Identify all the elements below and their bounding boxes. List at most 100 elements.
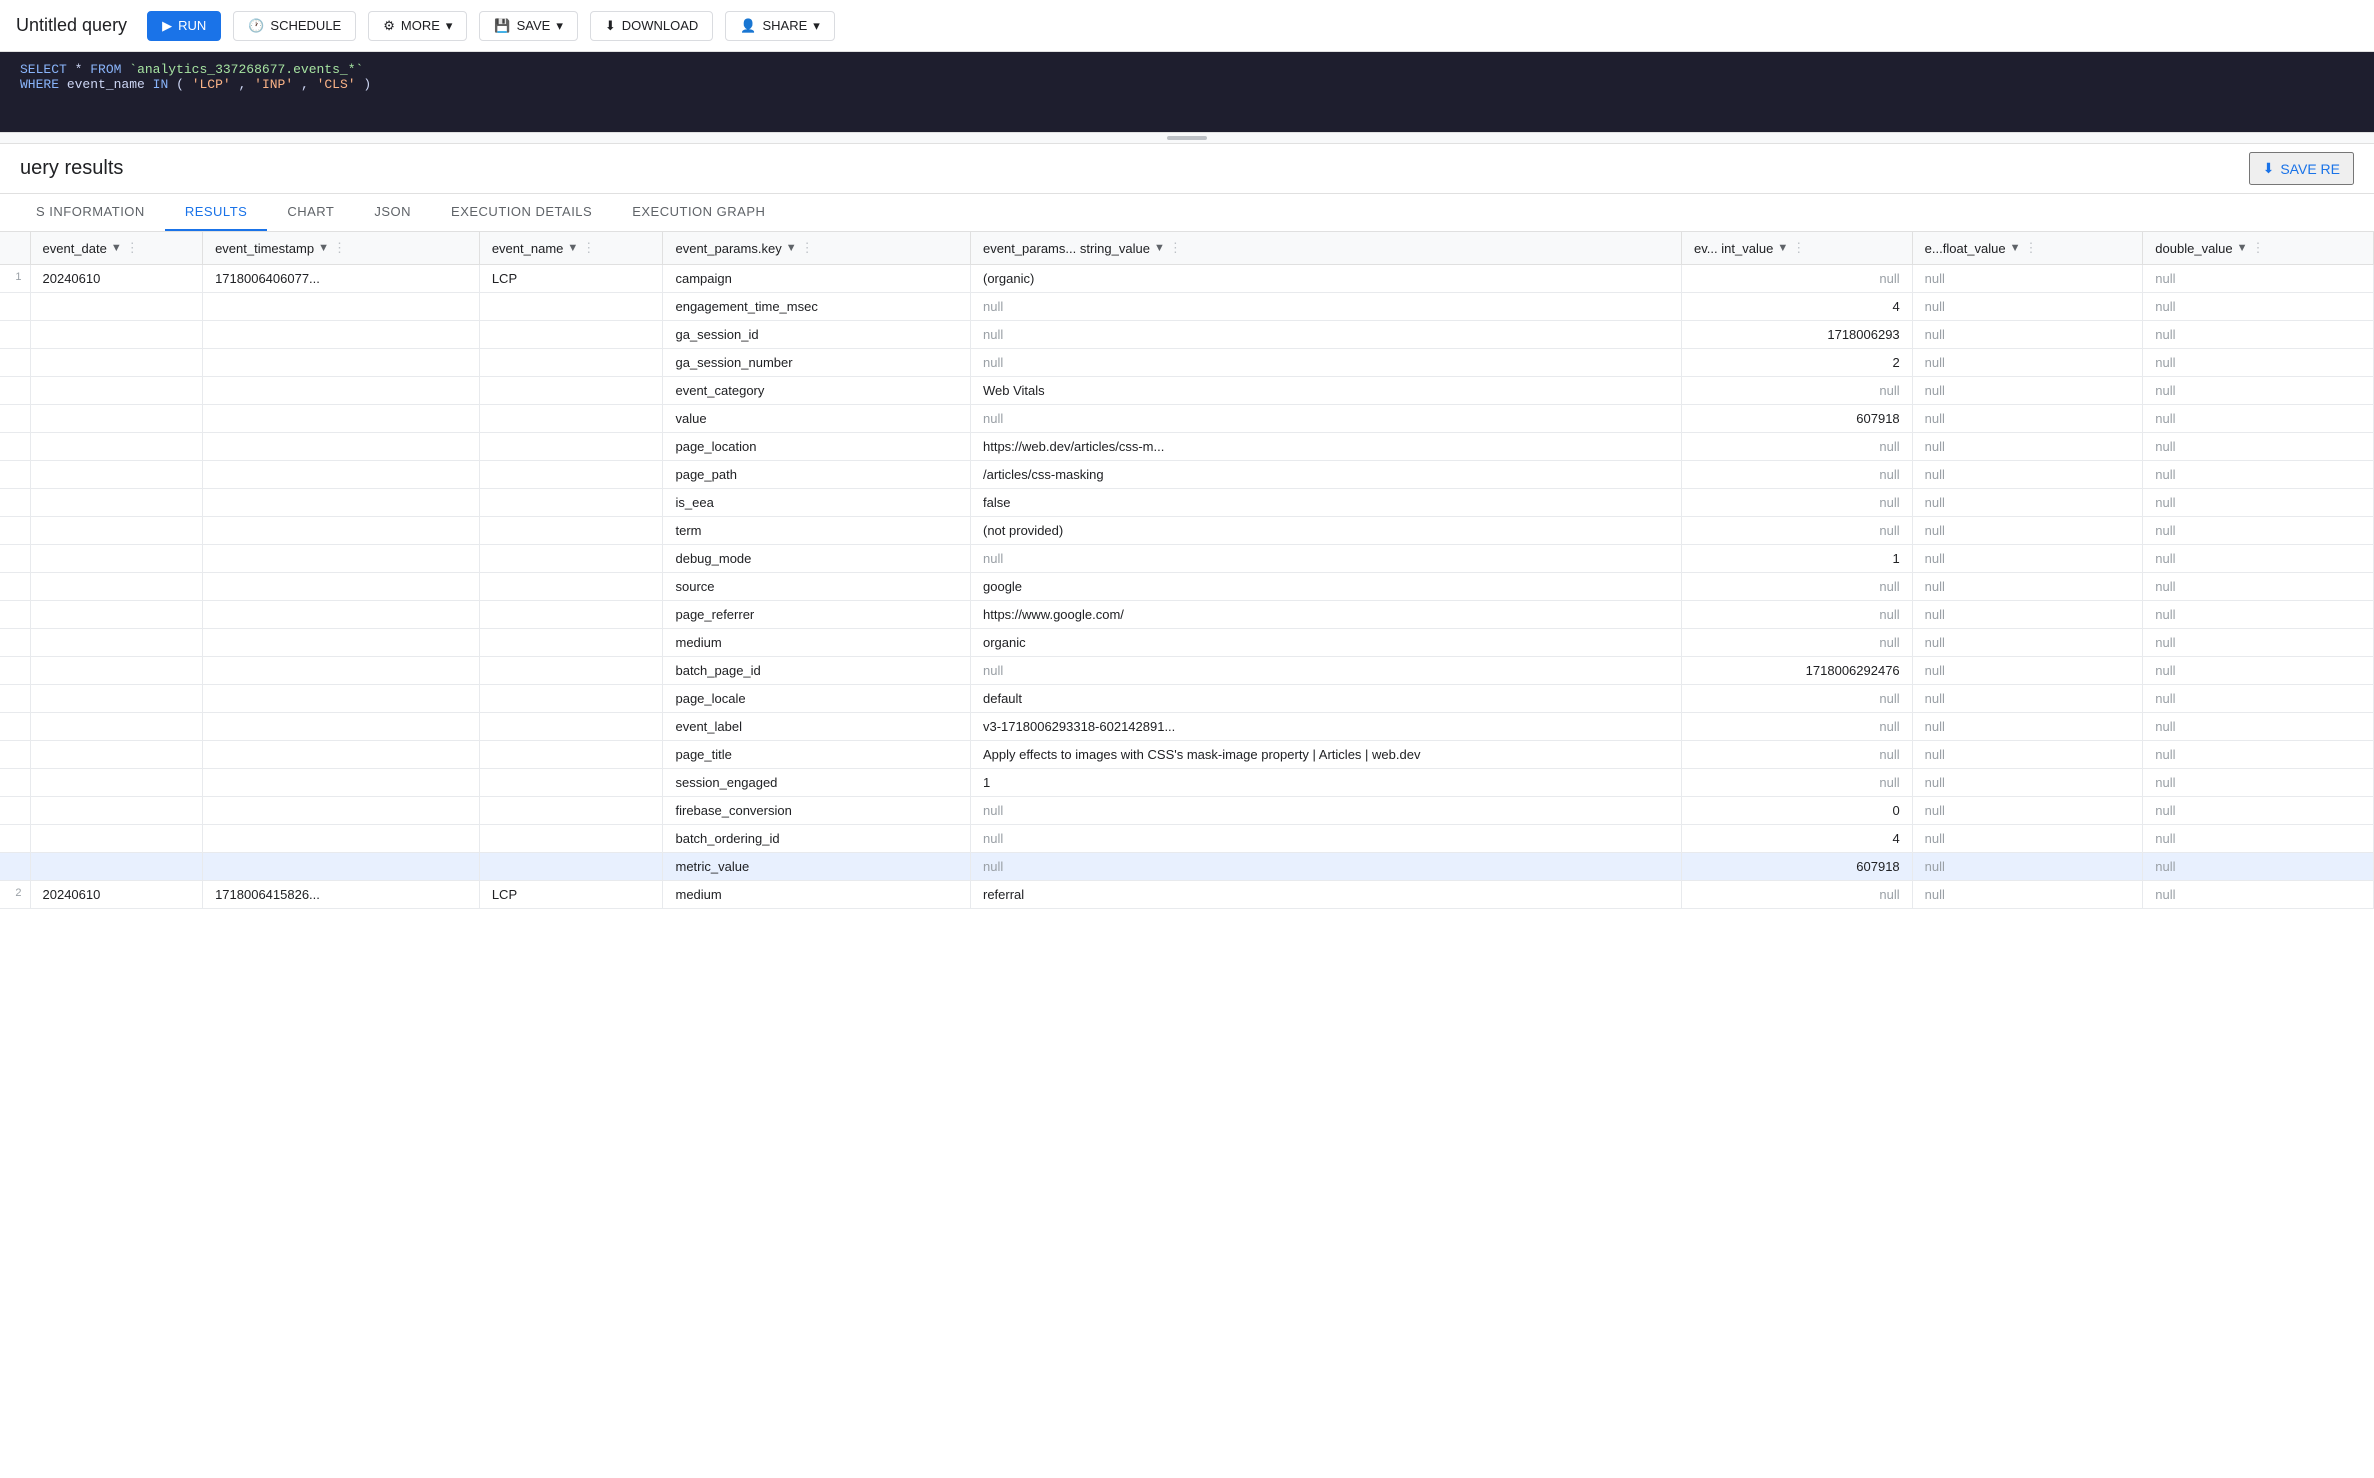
- string-value-cell: null: [971, 797, 1682, 825]
- double-value-cell: null: [2143, 601, 2374, 629]
- table-row: ga_session_idnull1718006293nullnull: [0, 321, 2374, 349]
- float-value-cell: null: [1912, 517, 2143, 545]
- float-value-cell: null: [1912, 265, 2143, 293]
- event-timestamp-cell: [203, 517, 480, 545]
- row-number: [0, 601, 30, 629]
- float-value-cell: null: [1912, 433, 2143, 461]
- event-timestamp-cell: [203, 657, 480, 685]
- event-timestamp-cell: [203, 629, 480, 657]
- save-results-button[interactable]: ⬇ SAVE RE: [2249, 152, 2354, 185]
- event-date-cell: [30, 573, 203, 601]
- event-name-cell: [479, 517, 663, 545]
- table-row: page_locationhttps://web.dev/articles/cs…: [0, 433, 2374, 461]
- col-header-event-date[interactable]: event_date ▼ ⋮: [30, 232, 203, 265]
- event-name-cell: [479, 657, 663, 685]
- event-date-cell: [30, 489, 203, 517]
- row-number: [0, 461, 30, 489]
- run-icon: ▶: [162, 18, 172, 34]
- int-value-cell: 607918: [1682, 853, 1913, 881]
- table-row: debug_modenull1nullnull: [0, 545, 2374, 573]
- int-value-cell: null: [1682, 685, 1913, 713]
- resize-event-params-key[interactable]: ⋮: [801, 240, 805, 256]
- tab-chart[interactable]: CHART: [267, 194, 354, 231]
- event-name-cell: [479, 769, 663, 797]
- event-name-cell: [479, 433, 663, 461]
- row-number: [0, 797, 30, 825]
- download-button[interactable]: ⬇ DOWNLOAD: [590, 11, 713, 41]
- event-date-cell: [30, 629, 203, 657]
- top-bar: Untitled query ▶ RUN 🕐 SCHEDULE ⚙ MORE ▾…: [0, 0, 2374, 52]
- resize-handle[interactable]: [0, 132, 2374, 144]
- col-header-float-value[interactable]: e...float_value ▼ ⋮: [1912, 232, 2143, 265]
- tab-execution-details[interactable]: EXECUTION DETAILS: [431, 194, 612, 231]
- param-key-cell: medium: [663, 629, 971, 657]
- schedule-button[interactable]: 🕐 SCHEDULE: [233, 11, 356, 41]
- resize-event-timestamp[interactable]: ⋮: [333, 240, 337, 256]
- col-header-event-timestamp[interactable]: event_timestamp ▼ ⋮: [203, 232, 480, 265]
- row-number: [0, 321, 30, 349]
- resize-int-value[interactable]: ⋮: [1792, 240, 1796, 256]
- float-value-cell: null: [1912, 601, 2143, 629]
- run-button[interactable]: ▶ RUN: [147, 11, 221, 41]
- event-timestamp-cell: [203, 545, 480, 573]
- tab-results[interactable]: RESULTS: [165, 194, 268, 231]
- int-value-cell: null: [1682, 769, 1913, 797]
- sort-icon-event-date: ▼: [111, 242, 122, 254]
- download-icon: ⬇: [605, 18, 616, 34]
- row-number: [0, 573, 30, 601]
- col-header-int-value[interactable]: ev... int_value ▼ ⋮: [1682, 232, 1913, 265]
- double-value-cell: null: [2143, 433, 2374, 461]
- col-header-event-name[interactable]: event_name ▼ ⋮: [479, 232, 663, 265]
- share-button[interactable]: 👤 SHARE ▾: [725, 11, 835, 41]
- sql-editor[interactable]: SELECT * FROM `analytics_337268677.event…: [0, 52, 2374, 132]
- row-number: [0, 489, 30, 517]
- event-timestamp-cell: [203, 461, 480, 489]
- int-value-cell: null: [1682, 489, 1913, 517]
- col-header-event-params-key[interactable]: event_params.key ▼ ⋮: [663, 232, 971, 265]
- sort-icon-int-value: ▼: [1777, 242, 1788, 254]
- more-button[interactable]: ⚙ MORE ▾: [368, 11, 467, 41]
- row-number: [0, 377, 30, 405]
- int-value-cell: 4: [1682, 825, 1913, 853]
- float-value-cell: null: [1912, 657, 2143, 685]
- double-value-cell: null: [2143, 321, 2374, 349]
- table-row: sourcegooglenullnullnull: [0, 573, 2374, 601]
- tab-json[interactable]: JSON: [354, 194, 431, 231]
- double-value-cell: null: [2143, 265, 2374, 293]
- float-value-cell: null: [1912, 685, 2143, 713]
- param-key-cell: event_category: [663, 377, 971, 405]
- double-value-cell: null: [2143, 349, 2374, 377]
- col-header-string-value[interactable]: event_params... string_value ▼ ⋮: [971, 232, 1682, 265]
- event-date-cell: [30, 853, 203, 881]
- resize-event-date[interactable]: ⋮: [126, 240, 130, 256]
- float-value-cell: null: [1912, 349, 2143, 377]
- float-value-cell: null: [1912, 293, 2143, 321]
- table-row: page_localedefaultnullnullnull: [0, 685, 2374, 713]
- event-date-cell: [30, 461, 203, 489]
- sort-icon-double-value: ▼: [2237, 242, 2248, 254]
- table-row: event_categoryWeb Vitalsnullnullnull: [0, 377, 2374, 405]
- sort-icon-event-name: ▼: [567, 242, 578, 254]
- param-key-cell: page_location: [663, 433, 971, 461]
- resize-double-value[interactable]: ⋮: [2252, 240, 2256, 256]
- string-value-cell: /articles/css-masking: [971, 461, 1682, 489]
- table-row: page_titleApply effects to images with C…: [0, 741, 2374, 769]
- param-key-cell: batch_page_id: [663, 657, 971, 685]
- col-header-double-value[interactable]: double_value ▼ ⋮: [2143, 232, 2374, 265]
- save-button[interactable]: 💾 SAVE ▾: [479, 11, 577, 41]
- tab-execution-graph[interactable]: EXECUTION GRAPH: [612, 194, 785, 231]
- tab-schema[interactable]: S INFORMATION: [16, 194, 165, 231]
- string-value-cell: https://www.google.com/: [971, 601, 1682, 629]
- schedule-icon: 🕐: [248, 18, 264, 34]
- row-number: [0, 293, 30, 321]
- resize-event-name[interactable]: ⋮: [582, 240, 586, 256]
- float-value-cell: null: [1912, 741, 2143, 769]
- resize-float-value[interactable]: ⋮: [2025, 240, 2029, 256]
- event-timestamp-cell: [203, 713, 480, 741]
- string-value-cell: 1: [971, 769, 1682, 797]
- param-key-cell: page_referrer: [663, 601, 971, 629]
- event-name-cell: [479, 713, 663, 741]
- double-value-cell: null: [2143, 713, 2374, 741]
- resize-string-value[interactable]: ⋮: [1169, 240, 1173, 256]
- more-icon: ⚙: [383, 18, 395, 34]
